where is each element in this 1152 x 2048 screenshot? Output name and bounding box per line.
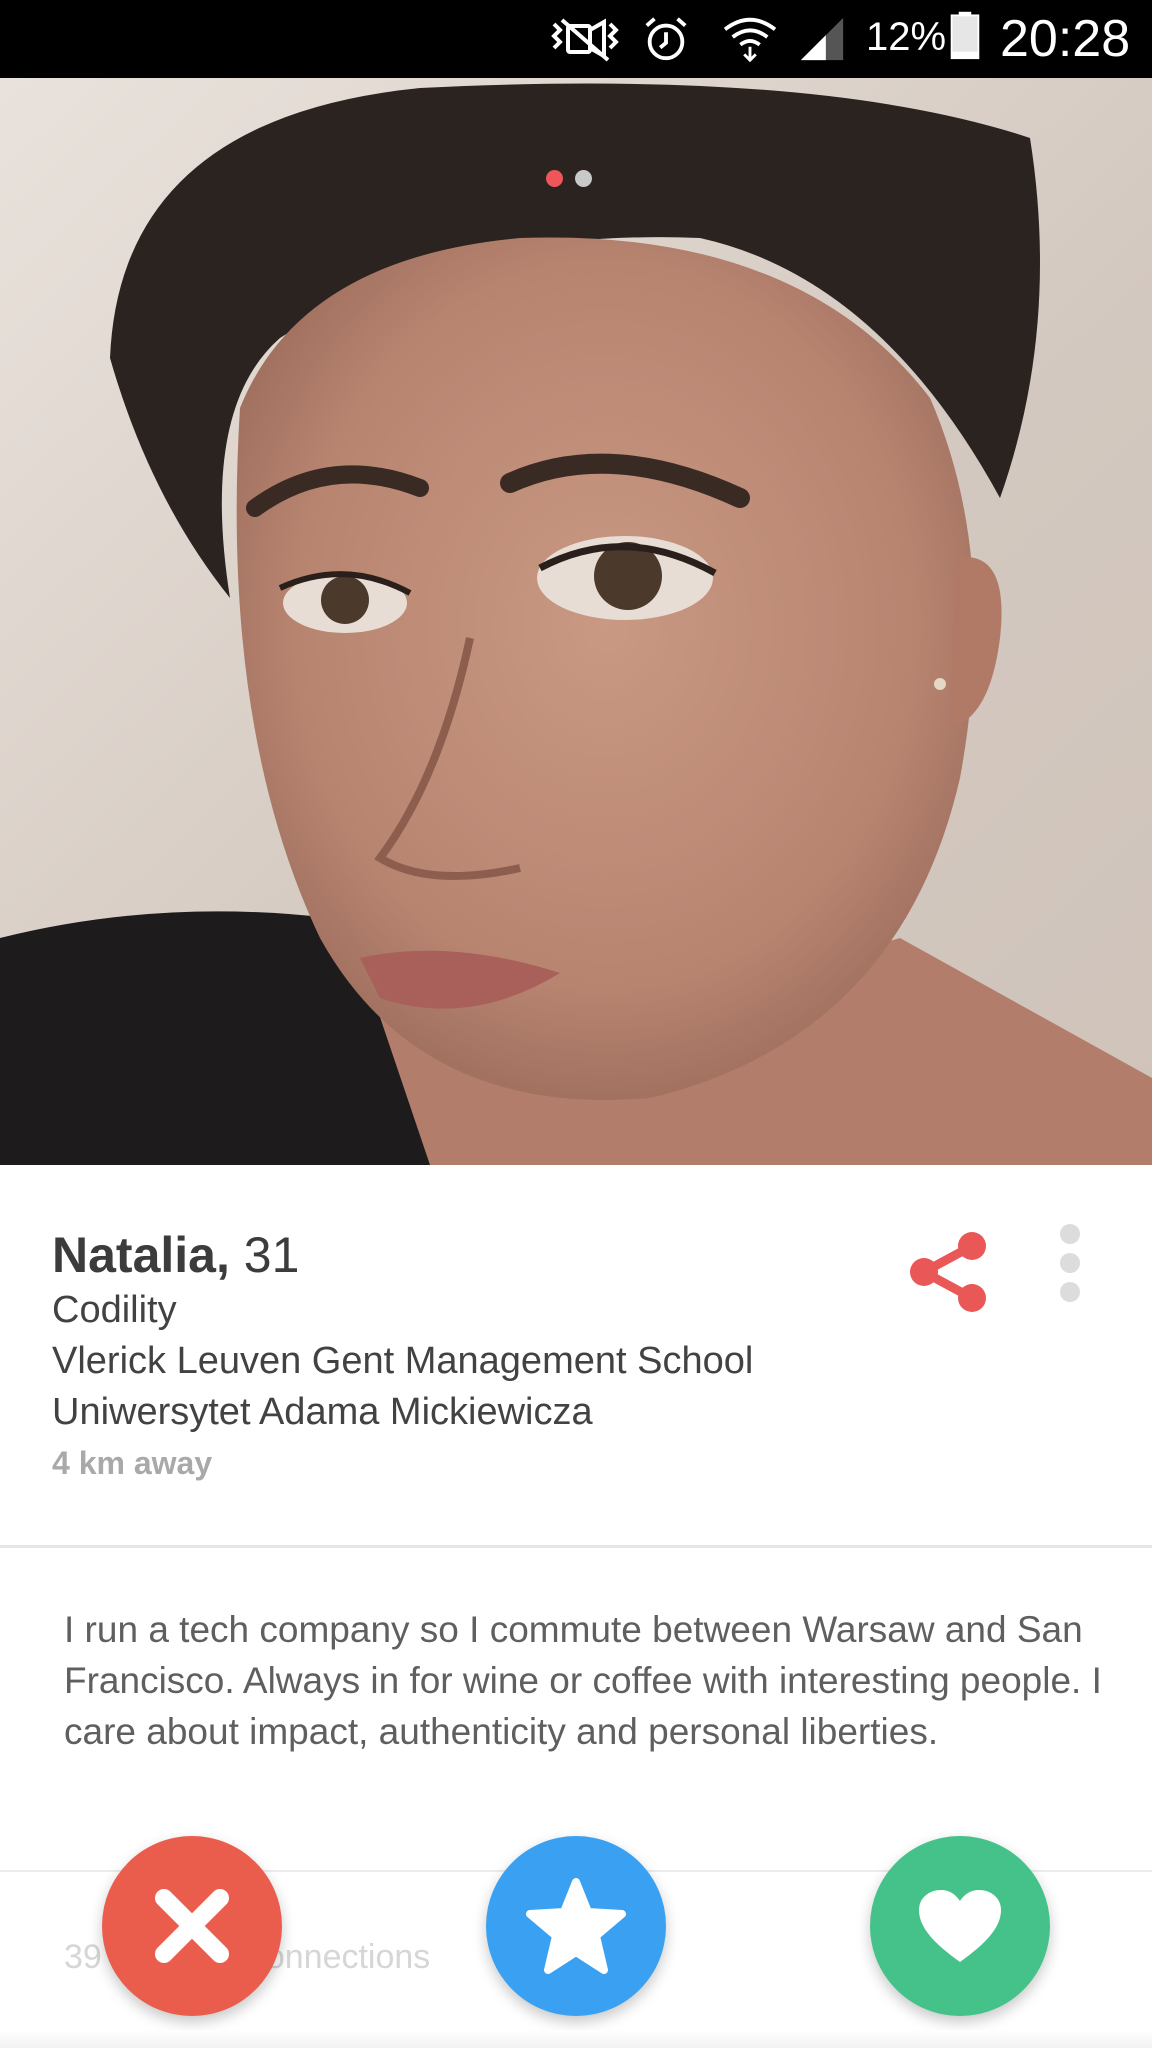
battery-icon — [950, 11, 980, 60]
mute-icon — [551, 18, 619, 62]
close-icon — [155, 1889, 229, 1963]
profile-bio: I run a tech company so I commute betwee… — [64, 1609, 1102, 1752]
like-button[interactable] — [870, 1836, 1050, 2016]
profile-photo[interactable] — [0, 78, 1152, 1165]
heart-icon — [919, 1890, 1001, 1962]
alarm-icon — [645, 17, 687, 61]
profile-distance: 4 km away — [52, 1445, 213, 1481]
bottom-edge — [0, 2030, 1152, 2048]
profile-job: Codility — [52, 1289, 177, 1331]
profile-school: Vlerick Leuven Gent Management School — [52, 1340, 754, 1382]
wifi-icon — [723, 17, 777, 63]
signal-icon — [800, 17, 844, 61]
page-dot[interactable] — [575, 170, 592, 187]
photo-page-indicator — [546, 170, 592, 187]
clock: 20:28 — [1000, 10, 1131, 68]
share-icon[interactable] — [906, 1228, 992, 1314]
profile-name: Natalia, — [52, 1227, 230, 1283]
profile-age: 31 — [243, 1227, 300, 1283]
nope-button[interactable] — [102, 1836, 282, 2016]
connections-count: 39 — [64, 1938, 102, 1976]
profile-school: Uniwersytet Adama Mickiewicza — [52, 1391, 593, 1433]
more-options-icon[interactable] — [1052, 1222, 1088, 1304]
status-bar: 12% 20:28 — [0, 0, 1152, 78]
super-like-button[interactable] — [486, 1836, 666, 2016]
star-icon — [526, 1878, 626, 1974]
profile-info: Natalia, 31 Codility Vlerick Leuven Gent… — [52, 1225, 872, 1488]
name-age-line: Natalia, 31 — [52, 1225, 872, 1285]
battery-percent: 12% — [866, 15, 947, 59]
divider — [0, 1545, 1152, 1548]
page-dot-active[interactable] — [546, 170, 563, 187]
